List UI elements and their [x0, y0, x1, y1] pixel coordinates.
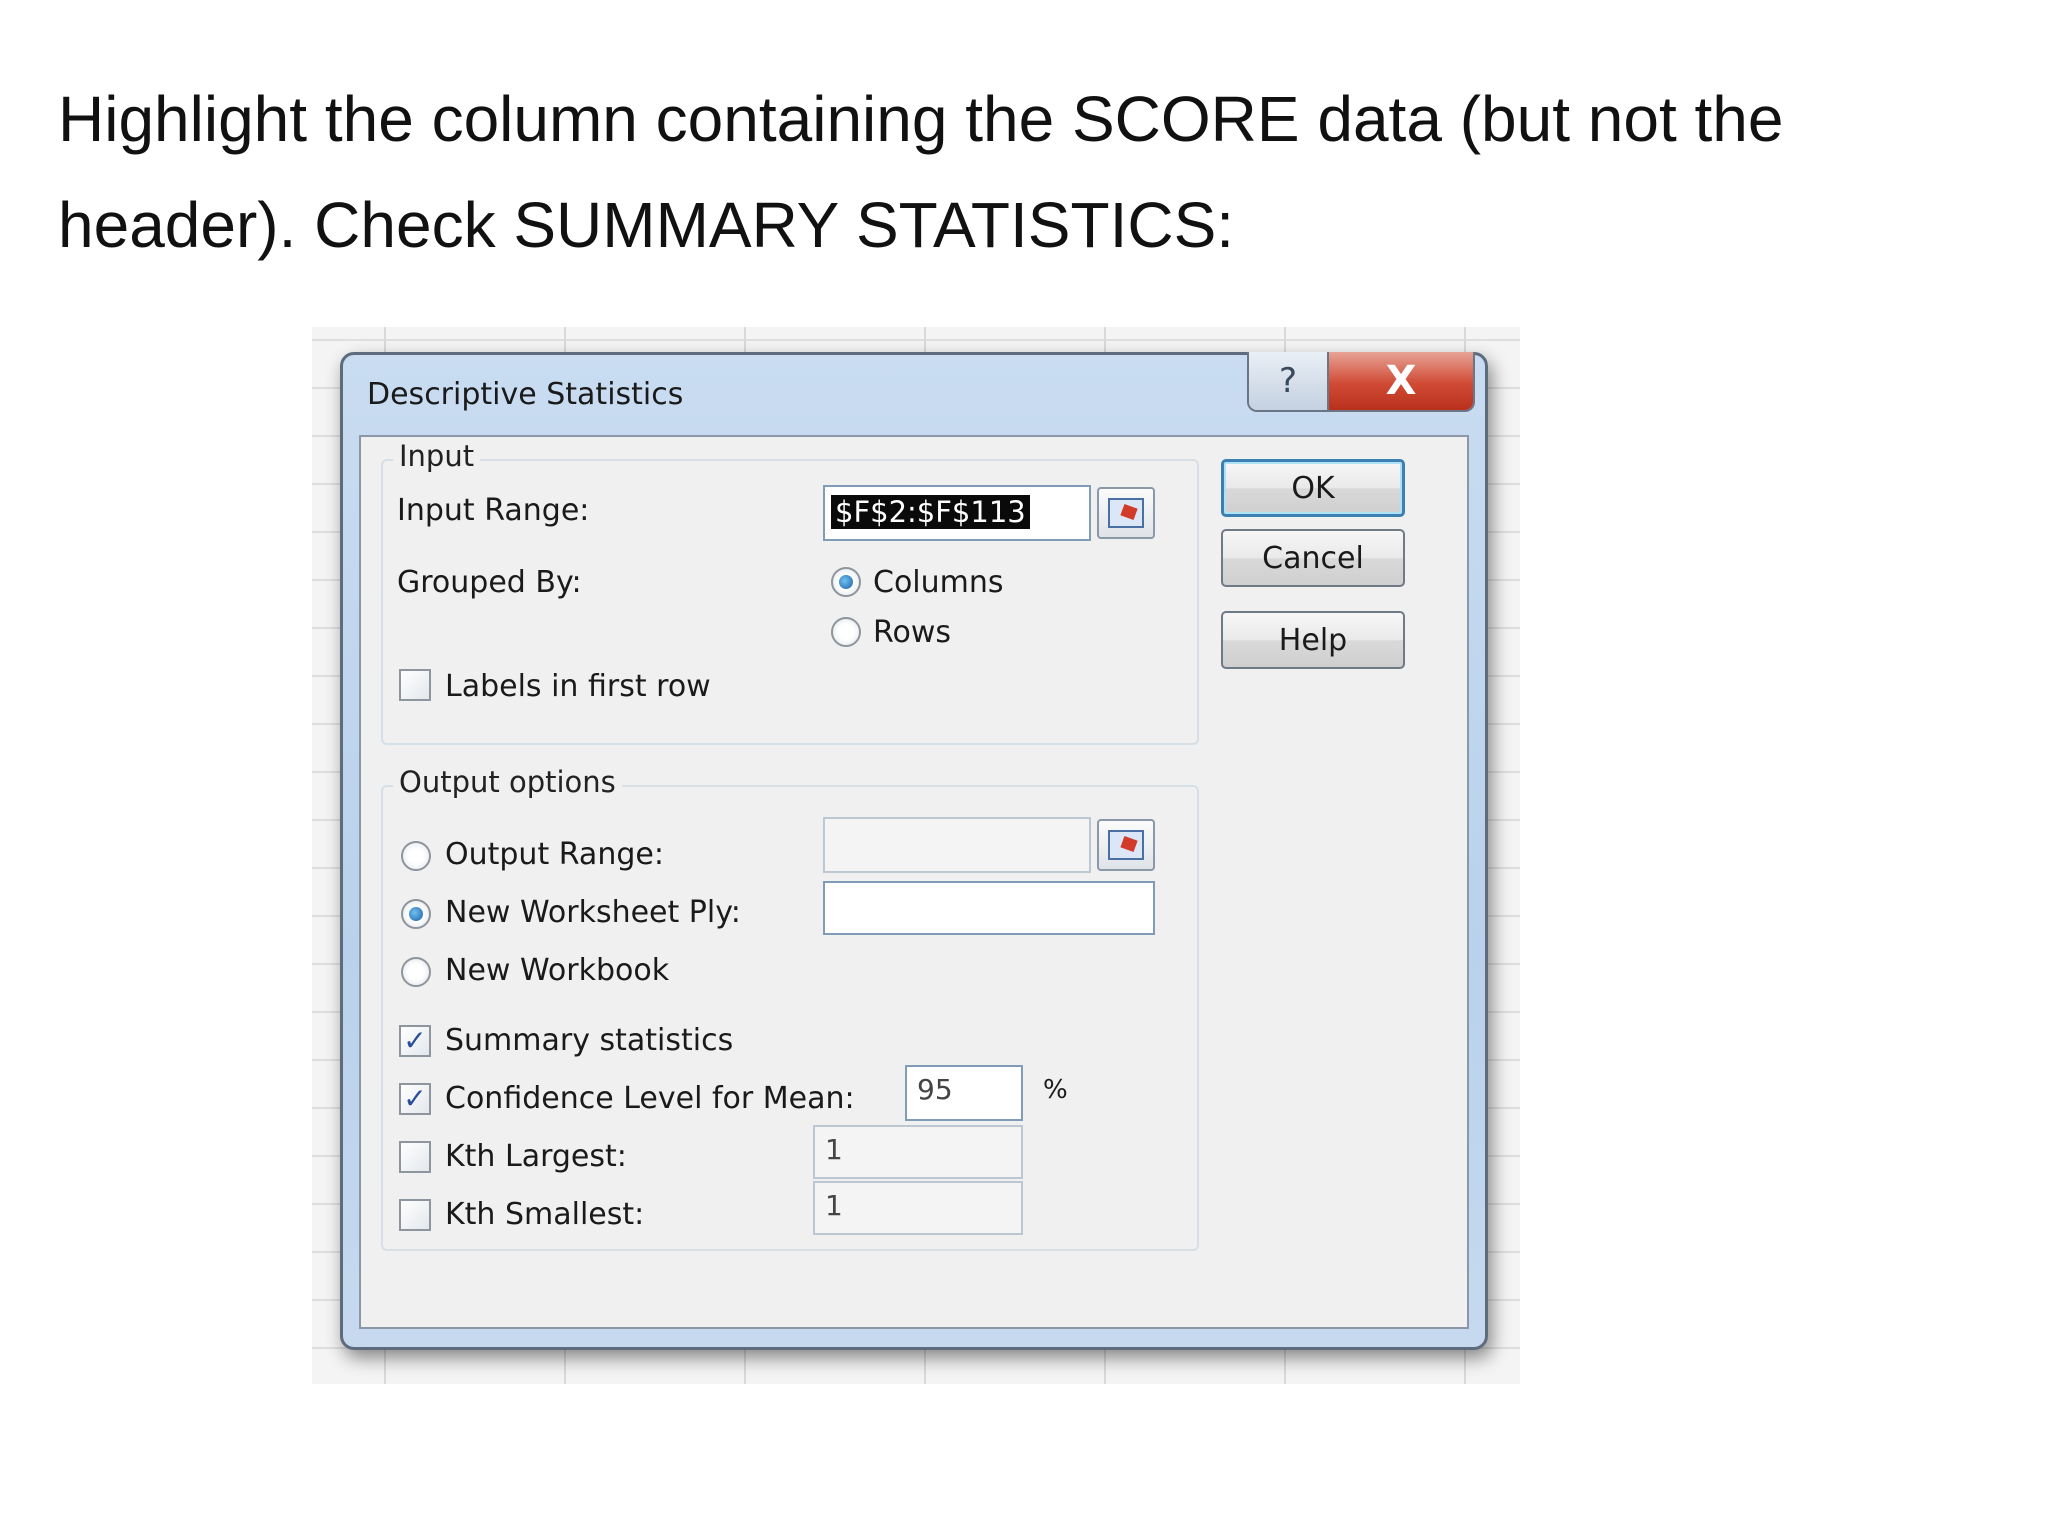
rows-label: Rows [873, 615, 952, 650]
summary-statistics-checkbox[interactable]: ✓ [399, 1025, 431, 1057]
confidence-level-value: 95 [917, 1073, 953, 1106]
columns-radio[interactable] [831, 567, 861, 597]
output-range-collapse-button[interactable] [1097, 819, 1155, 871]
kth-largest-value: 1 [825, 1133, 843, 1166]
input-range-collapse-button[interactable] [1097, 487, 1155, 539]
new-worksheet-ply-field[interactable] [823, 881, 1155, 935]
close-icon[interactable]: X [1329, 352, 1473, 410]
columns-label: Columns [873, 565, 1004, 600]
instruction-text: Highlight the column containing the SCOR… [58, 66, 2018, 278]
input-range-value: $F$2:$F$113 [831, 495, 1030, 529]
instruction-line-2: header). Check SUMMARY STATISTICS: [58, 189, 1235, 261]
dialog-title: Descriptive Statistics [367, 377, 684, 412]
new-worksheet-ply-radio[interactable] [401, 899, 431, 929]
dialog-client-area: Input Input Range: $F$2:$F$113 Grouped B… [359, 435, 1469, 1329]
instruction-line-1: Highlight the column containing the SCOR… [58, 83, 1784, 155]
kth-largest-checkbox[interactable] [399, 1141, 431, 1173]
range-select-icon [1108, 830, 1144, 860]
ok-button[interactable]: OK [1221, 459, 1405, 517]
new-workbook-radio[interactable] [401, 957, 431, 987]
confidence-level-field[interactable]: 95 [905, 1065, 1023, 1121]
range-select-icon [1108, 498, 1144, 528]
confidence-level-label: Confidence Level for Mean: [445, 1081, 855, 1116]
labels-first-row-label: Labels in first row [445, 669, 711, 704]
title-bar-buttons: ? X [1247, 352, 1475, 412]
kth-smallest-checkbox[interactable] [399, 1199, 431, 1231]
labels-first-row-checkbox[interactable] [399, 669, 431, 701]
kth-largest-label: Kth Largest: [445, 1139, 627, 1174]
help-button[interactable]: Help [1221, 611, 1405, 669]
input-group-legend: Input [393, 439, 481, 473]
kth-smallest-label: Kth Smallest: [445, 1197, 645, 1232]
summary-statistics-label: Summary statistics [445, 1023, 734, 1058]
cancel-button[interactable]: Cancel [1221, 529, 1405, 587]
input-range-label: Input Range: [397, 493, 590, 528]
output-options-legend: Output options [393, 765, 622, 799]
new-workbook-label: New Workbook [445, 953, 670, 988]
kth-smallest-field[interactable]: 1 [813, 1181, 1023, 1235]
descriptive-statistics-dialog: Descriptive Statistics ? X Input Input R… [340, 352, 1488, 1350]
output-range-field[interactable] [823, 817, 1091, 873]
help-question-icon[interactable]: ? [1249, 352, 1329, 410]
output-range-radio[interactable] [401, 841, 431, 871]
percent-sign: % [1043, 1075, 1068, 1105]
rows-radio[interactable] [831, 617, 861, 647]
new-worksheet-ply-label: New Worksheet Ply: [445, 895, 741, 930]
kth-smallest-value: 1 [825, 1189, 843, 1222]
kth-largest-field[interactable]: 1 [813, 1125, 1023, 1179]
grouped-by-label: Grouped By: [397, 565, 582, 600]
output-range-label: Output Range: [445, 837, 664, 872]
confidence-level-checkbox[interactable]: ✓ [399, 1083, 431, 1115]
input-range-field[interactable]: $F$2:$F$113 [823, 485, 1091, 541]
